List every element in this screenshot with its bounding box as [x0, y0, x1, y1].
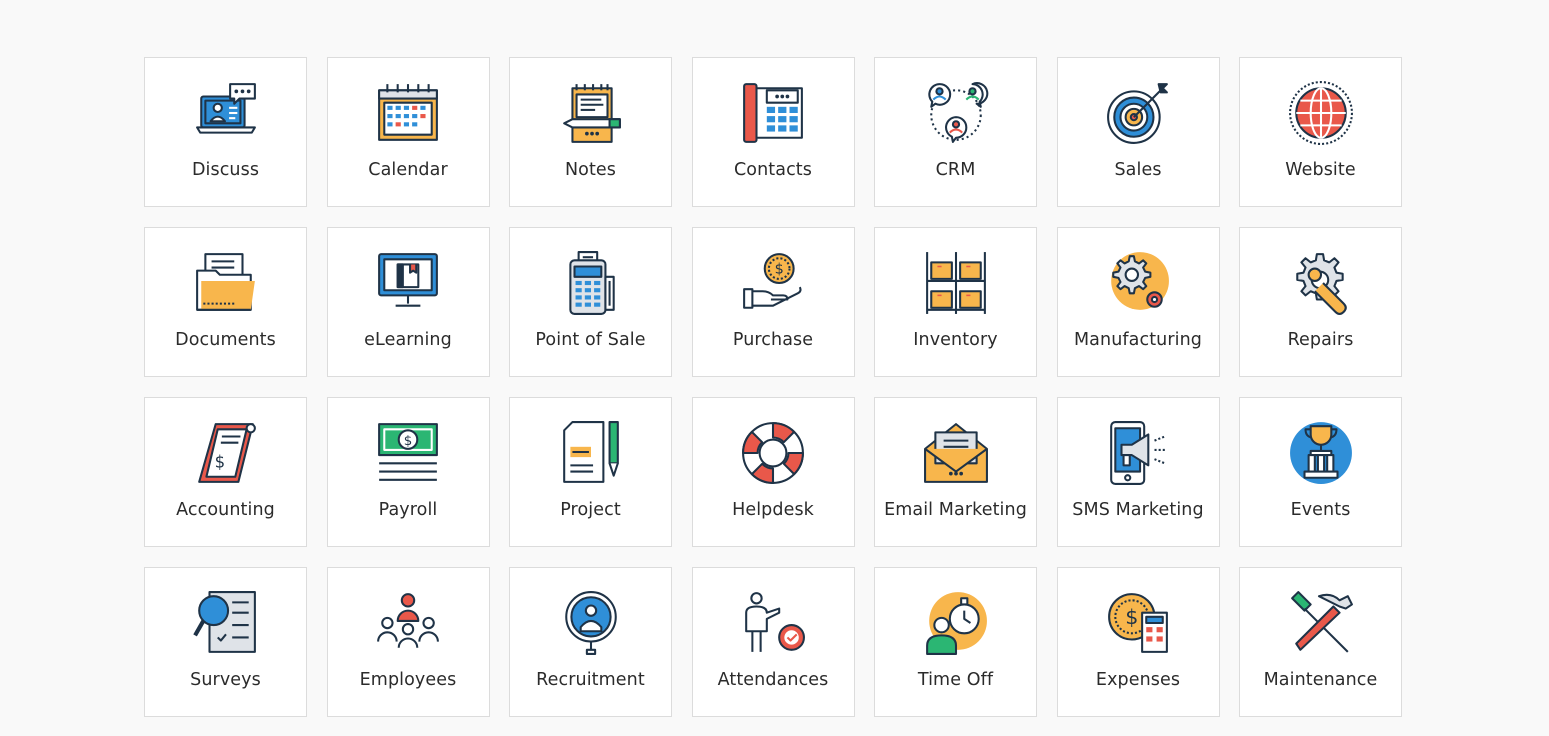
inventory-icon — [923, 250, 989, 316]
app-tile-expenses[interactable]: $ Expenses — [1056, 567, 1220, 717]
app-tile-notes[interactable]: Notes — [509, 57, 672, 207]
app-tile-repairs[interactable]: Repairs — [1239, 227, 1402, 377]
events-icon — [1288, 420, 1354, 486]
helpdesk-icon — [740, 420, 806, 486]
payroll-icon: $ — [375, 420, 441, 486]
app-tile-documents[interactable]: Documents — [144, 227, 307, 377]
app-tile-sms-marketing[interactable]: SMS Marketing — [1056, 397, 1220, 547]
attendances-icon — [740, 590, 806, 656]
maintenance-icon — [1288, 590, 1354, 656]
app-tile-surveys[interactable]: Surveys — [144, 567, 307, 717]
repairs-icon — [1288, 250, 1354, 316]
svg-text:$: $ — [214, 452, 225, 471]
calendar-icon — [375, 80, 441, 146]
sales-icon — [1105, 80, 1171, 146]
documents-icon — [193, 250, 259, 316]
app-label: eLearning — [364, 330, 452, 350]
app-tile-helpdesk[interactable]: Helpdesk — [691, 397, 855, 547]
manufacturing-icon — [1105, 250, 1171, 316]
app-label: Accounting — [176, 500, 275, 520]
app-tile-project[interactable]: Project — [509, 397, 672, 547]
app-label: Contacts — [733, 160, 812, 180]
app-label: Email Marketing — [884, 500, 1027, 520]
app-label: Purchase — [732, 330, 814, 350]
app-label: CRM — [935, 160, 976, 180]
app-tile-discuss[interactable]: Discuss — [144, 57, 307, 207]
svg-text:$: $ — [404, 434, 413, 449]
app-label: Repairs — [1287, 330, 1354, 350]
app-tile-manufacturing[interactable]: Manufacturing — [1056, 227, 1220, 377]
app-tile-accounting[interactable]: $ Accounting — [144, 397, 307, 547]
app-label: Helpdesk — [732, 500, 814, 520]
app-tile-sales[interactable]: Sales — [1056, 57, 1220, 207]
discuss-icon — [193, 80, 259, 146]
app-label: Calendar — [368, 160, 448, 180]
app-label: Events — [1290, 500, 1351, 520]
app-label: Payroll — [378, 500, 438, 520]
svg-text:$: $ — [1125, 605, 1138, 629]
app-tile-website[interactable]: Website — [1239, 57, 1402, 207]
apps-grid: Discuss Calendar Notes Contacts CRM Sale… — [144, 57, 1402, 717]
point-of-sale-icon — [558, 250, 624, 316]
app-label: Employees — [359, 670, 457, 690]
app-label: Expenses — [1095, 670, 1181, 690]
app-tile-employees[interactable]: Employees — [326, 567, 490, 717]
notes-icon — [558, 80, 624, 146]
app-tile-crm[interactable]: CRM — [874, 57, 1037, 207]
app-label: Notes — [564, 160, 617, 180]
app-tile-email-marketing[interactable]: Email Marketing — [874, 397, 1037, 547]
app-label: Attendances — [717, 670, 829, 690]
app-label: Project — [560, 500, 621, 520]
svg-text:$: $ — [775, 262, 784, 278]
app-label: Discuss — [191, 160, 260, 180]
app-label: Manufacturing — [1073, 330, 1203, 350]
contacts-icon — [740, 80, 806, 146]
app-label: Time Off — [917, 670, 994, 690]
app-label: Website — [1285, 160, 1356, 180]
purchase-icon: $ — [740, 250, 806, 316]
app-label: Documents — [175, 330, 276, 350]
employees-icon — [375, 590, 441, 656]
accounting-icon: $ — [193, 420, 259, 486]
app-tile-time-off[interactable]: Time Off — [874, 567, 1037, 717]
app-label: Recruitment — [536, 670, 645, 690]
website-icon — [1288, 80, 1354, 146]
app-label: Inventory — [913, 330, 998, 350]
sms-marketing-icon — [1105, 420, 1171, 486]
app-tile-payroll[interactable]: $ Payroll — [326, 397, 490, 547]
app-tile-point-of-sale[interactable]: Point of Sale — [509, 227, 672, 377]
app-tile-events[interactable]: Events — [1239, 397, 1402, 547]
app-tile-contacts[interactable]: Contacts — [691, 57, 855, 207]
app-tile-calendar[interactable]: Calendar — [326, 57, 490, 207]
app-label: Point of Sale — [535, 330, 646, 350]
app-tile-attendances[interactable]: Attendances — [691, 567, 855, 717]
app-tile-recruitment[interactable]: Recruitment — [509, 567, 672, 717]
app-label: Sales — [1114, 160, 1162, 180]
expenses-icon: $ — [1105, 590, 1171, 656]
app-tile-inventory[interactable]: Inventory — [874, 227, 1037, 377]
app-tile-purchase[interactable]: $ Purchase — [691, 227, 855, 377]
email-marketing-icon — [923, 420, 989, 486]
time-off-icon — [923, 590, 989, 656]
app-label: Maintenance — [1263, 670, 1378, 690]
surveys-icon — [192, 590, 259, 656]
crm-icon — [923, 80, 989, 146]
recruitment-icon — [558, 590, 624, 656]
app-label: SMS Marketing — [1072, 500, 1204, 520]
app-label: Surveys — [190, 670, 261, 690]
elearning-icon — [375, 250, 441, 316]
app-tile-elearning[interactable]: eLearning — [326, 227, 490, 377]
project-icon — [558, 420, 624, 486]
app-tile-maintenance[interactable]: Maintenance — [1239, 567, 1402, 717]
